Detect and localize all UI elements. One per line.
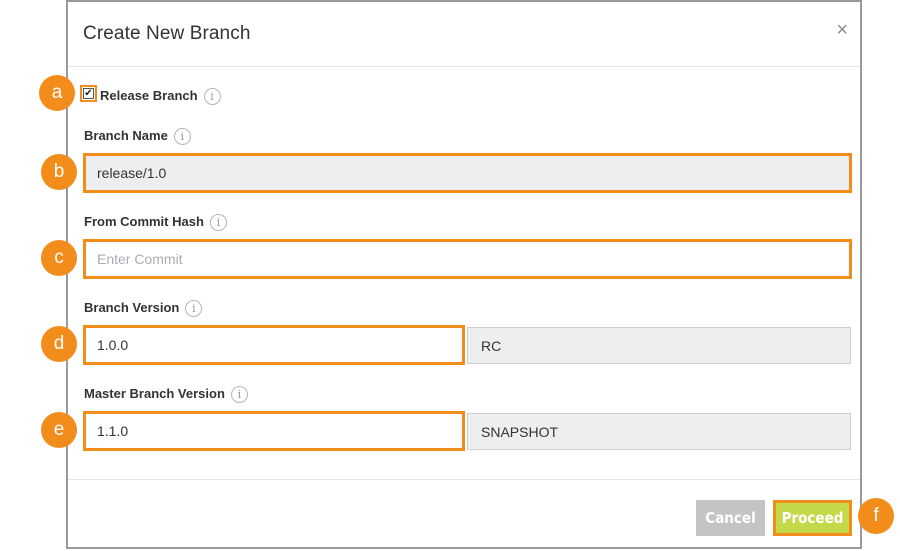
master-branch-version-suffix: SNAPSHOT	[467, 413, 851, 450]
release-branch-label: Release Branch i	[100, 88, 221, 106]
master-branch-version-label: Master Branch Version i	[84, 386, 248, 404]
master-branch-version-suffix-text: SNAPSHOT	[481, 423, 559, 440]
annotation-marker-b: b	[41, 154, 77, 190]
master-branch-version-label-text: Master Branch Version	[84, 386, 225, 401]
release-branch-label-text: Release Branch	[100, 88, 198, 103]
annotation-marker-f: f	[858, 498, 894, 534]
branch-version-label-text: Branch Version	[84, 300, 180, 315]
info-icon[interactable]: i	[209, 214, 227, 232]
commit-hash-label: From Commit Hash i	[84, 214, 227, 232]
close-icon[interactable]: ×	[836, 20, 848, 40]
checkmark-icon: ✔	[83, 88, 94, 99]
annotation-marker-d: d	[41, 326, 77, 362]
branch-name-field[interactable]: release/1.0	[83, 153, 852, 193]
annotation-marker-c: c	[41, 240, 77, 276]
commit-hash-placeholder: Enter Commit	[97, 251, 183, 267]
branch-version-input[interactable]: 1.0.0	[83, 325, 465, 365]
master-branch-version-input[interactable]: 1.1.0	[83, 411, 465, 451]
branch-version-suffix: RC	[467, 327, 851, 364]
cancel-button[interactable]: Cancel	[696, 500, 765, 536]
branch-version-label: Branch Version i	[84, 300, 203, 318]
dialog-header: Create New Branch ×	[68, 2, 860, 67]
proceed-button[interactable]: Proceed	[773, 500, 852, 536]
commit-hash-label-text: From Commit Hash	[84, 214, 204, 229]
create-branch-dialog: Create New Branch × ✔ Release Branch i Br…	[66, 0, 862, 549]
info-icon[interactable]: i	[173, 128, 191, 146]
annotation-marker-a: a	[39, 75, 75, 111]
branch-name-label-text: Branch Name	[84, 128, 168, 143]
release-branch-checkbox[interactable]: ✔	[80, 85, 97, 102]
dialog-title: Create New Branch	[83, 23, 251, 44]
branch-name-label: Branch Name i	[84, 128, 191, 146]
info-icon[interactable]: i	[185, 300, 203, 318]
branch-version-value: 1.0.0	[97, 337, 129, 353]
master-branch-version-value: 1.1.0	[97, 423, 129, 439]
commit-hash-input[interactable]: Enter Commit	[83, 239, 852, 279]
branch-name-value: release/1.0	[97, 165, 167, 181]
info-icon[interactable]: i	[203, 88, 221, 106]
branch-version-suffix-text: RC	[481, 337, 502, 354]
info-icon[interactable]: i	[230, 386, 248, 404]
annotation-marker-e: e	[41, 412, 77, 448]
